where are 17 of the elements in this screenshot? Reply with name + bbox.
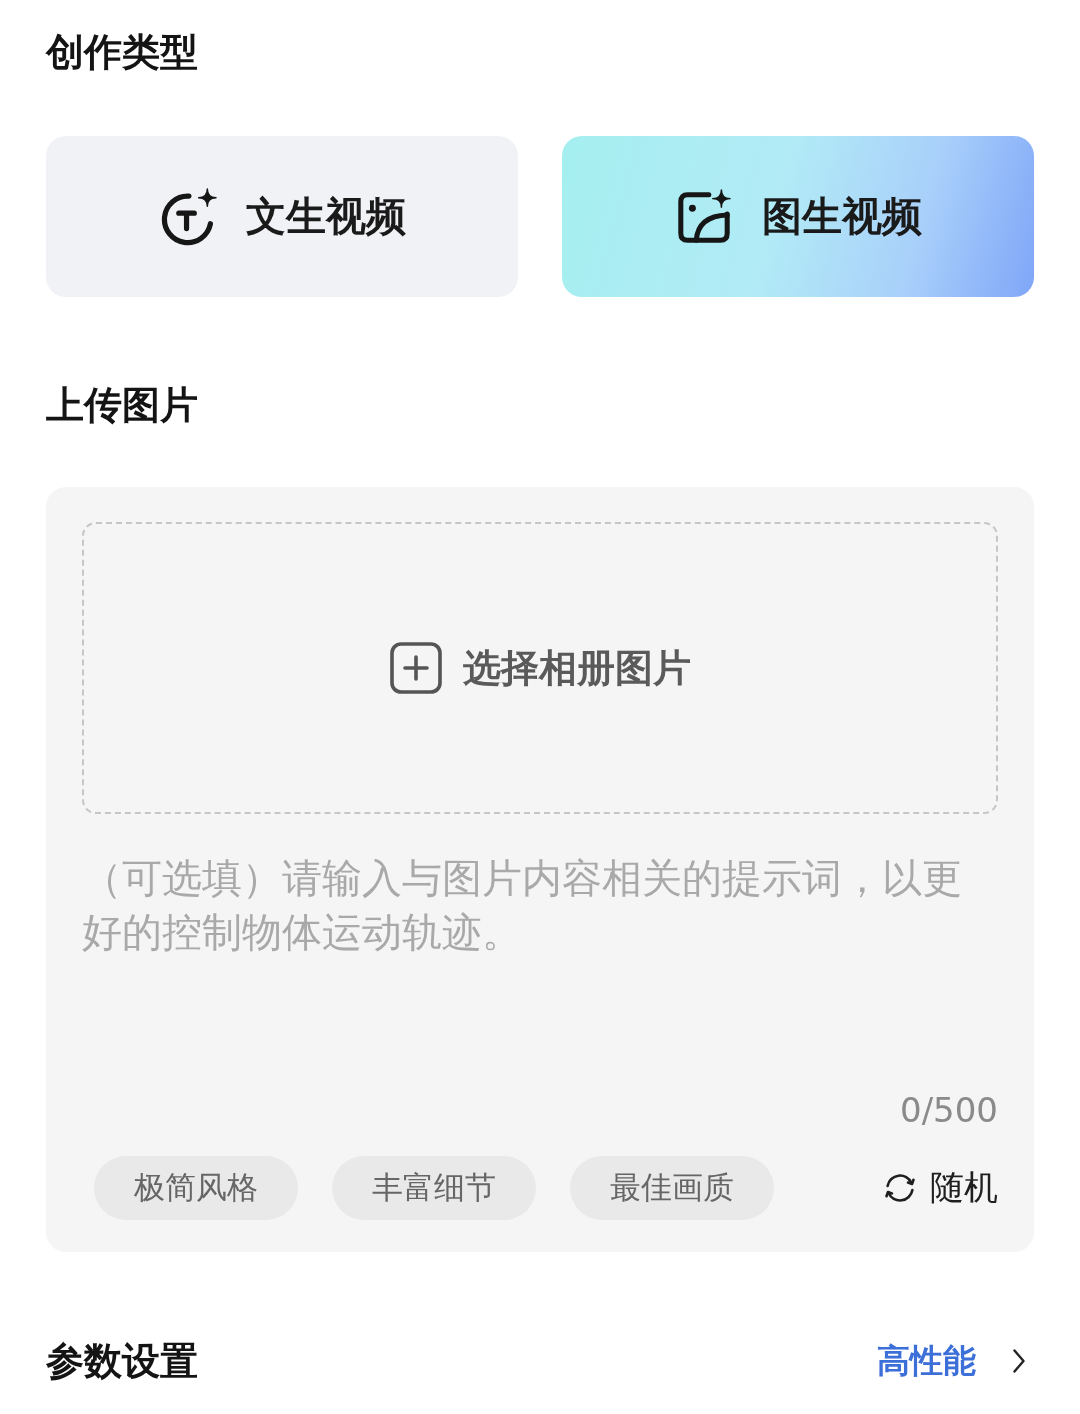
prompt-input[interactable]: （可选填）请输入与图片内容相关的提示词，以更好的控制物体运动轨迹。 xyxy=(82,851,998,1088)
section-title: 上传图片 xyxy=(46,382,199,429)
style-tag[interactable]: 极简风格 xyxy=(94,1156,298,1220)
creation-type-button[interactable]: 文生视频 xyxy=(46,136,518,297)
upload-panel[interactable]: 选择相册图片 （可选填）请输入与图片内容相关的提示词，以更好的控制物体运动轨迹。 0/500 极简风格 丰富细节 最佳画质 随机 xyxy=(46,487,1034,1252)
section-title: 创作类型 xyxy=(46,29,199,76)
style-tag[interactable]: 最佳画质 xyxy=(570,1156,774,1220)
chevron-icon xyxy=(1013,1349,1025,1373)
section-title: 参数设置 xyxy=(46,1338,198,1385)
random-button[interactable]: 随机 xyxy=(883,1165,998,1211)
char-counter: 0/500 xyxy=(900,1089,998,1132)
image-picker-button[interactable]: 选择相册图片 xyxy=(82,522,998,814)
plus-icon xyxy=(389,642,442,694)
style-tag[interactable]: 丰富细节 xyxy=(332,1156,536,1220)
performance-mode-link[interactable]: 高性能 xyxy=(877,1338,1025,1384)
refresh-icon xyxy=(883,1171,917,1205)
creation-type-button[interactable]: 图生视频 xyxy=(562,136,1034,297)
